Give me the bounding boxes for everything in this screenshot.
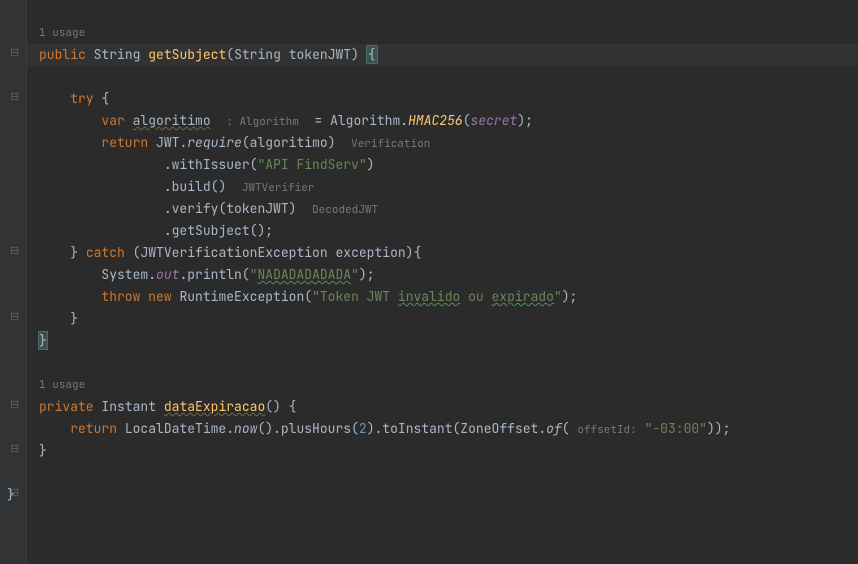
class-ref: RuntimeException	[179, 288, 304, 305]
fold-icon[interactable]: ⊟	[10, 42, 19, 64]
param-name: tokenJWT	[289, 46, 351, 63]
param-hint: offsetId:	[577, 423, 636, 437]
code-line[interactable]: .verify(tokenJWT) DecodedJWT	[39, 198, 858, 220]
method-call: now	[234, 420, 257, 437]
keyword-private: private	[39, 398, 94, 415]
string-part: invalido	[398, 288, 460, 305]
keyword-catch: catch	[86, 244, 125, 261]
code-line[interactable]: public String getSubject(String tokenJWT…	[27, 44, 858, 66]
arg: tokenJWT	[226, 200, 288, 217]
usage-hint[interactable]: 1 usage	[39, 22, 858, 44]
fold-icon[interactable]: ⊟	[10, 394, 19, 416]
code-line[interactable]: .build() JWTVerifier	[39, 176, 858, 198]
code-line[interactable]: .getSubject();	[39, 220, 858, 242]
arg: algoritimo	[250, 134, 328, 151]
type-hint: JWTVerifier	[242, 181, 315, 195]
caret-brace: {	[366, 45, 378, 64]
string-literal: "-03:00"	[645, 420, 707, 437]
class-ref: JWT	[156, 134, 179, 151]
code-line[interactable]: var algoritimo : Algorithm = Algorithm.H…	[39, 110, 858, 132]
string-part: "Token JWT	[312, 288, 398, 305]
code-line[interactable]: }	[7, 484, 858, 506]
method-call: build	[172, 178, 211, 195]
code-line[interactable]	[39, 462, 858, 484]
type-hint: Verification	[351, 137, 430, 151]
static-method: HMAC256	[408, 112, 463, 129]
keyword-try: try	[70, 90, 93, 107]
code-line[interactable]: try {	[39, 88, 858, 110]
code-line[interactable]: }	[39, 440, 858, 462]
method-call: getSubject	[172, 222, 250, 239]
number-literal: 2	[359, 420, 367, 437]
code-line[interactable]: } catch (JWTVerificationException except…	[39, 242, 858, 264]
fold-icon[interactable]: ⊟	[10, 86, 19, 108]
param-type: String	[234, 46, 281, 63]
code-editor[interactable]: 1 usage public String getSubject(String …	[27, 0, 858, 506]
keyword-new: new	[148, 288, 171, 305]
fold-icon: ⊟	[10, 438, 19, 460]
method-name: getSubject	[148, 46, 226, 63]
method-call: verify	[172, 200, 219, 217]
code-line[interactable]: throw new RuntimeException("Token JWT in…	[39, 286, 858, 308]
class-ref: Algorithm	[330, 112, 400, 129]
code-line[interactable]: .withIssuer("API FindServ")	[39, 154, 858, 176]
string-part: expirado	[492, 288, 554, 305]
usage-hint[interactable]: 1 usage	[39, 374, 858, 396]
method-call: require	[187, 134, 242, 151]
code-line[interactable]: System.out.println("NADADADADADA");	[39, 264, 858, 286]
method-call: plusHours	[281, 420, 351, 437]
editor-gutter[interactable]: ⊟ ⊟ ⊟ ⊟ ⊟ ⊟ ⊟	[0, 0, 27, 564]
class-ref: LocalDateTime	[125, 420, 226, 437]
string-literal: NADADADADADA	[257, 266, 351, 283]
method-call: withIssuer	[172, 156, 250, 173]
match-brace: }	[39, 332, 47, 349]
keyword-var: var	[101, 112, 124, 129]
return-type: Instant	[101, 398, 156, 415]
code-line[interactable]: return LocalDateTime.now().plusHours(2).…	[39, 418, 858, 440]
keyword-throw: throw	[101, 288, 140, 305]
var-name: algoritimo	[133, 112, 211, 129]
code-line[interactable]: }	[39, 308, 858, 330]
keyword-return: return	[70, 420, 117, 437]
class-ref: System	[101, 266, 148, 283]
type-hint: : Algorithm	[226, 115, 299, 129]
code-line[interactable]: return JWT.require(algoritimo) Verificat…	[39, 132, 858, 154]
type-string: String	[94, 46, 141, 63]
code-line[interactable]: private Instant dataExpiracao() {	[39, 396, 858, 418]
fold-icon[interactable]: ⊟	[10, 240, 19, 262]
method-call: toInstant	[382, 420, 452, 437]
method-call: of	[546, 420, 562, 437]
method-name: dataExpiracao	[164, 398, 265, 415]
string-part: ou	[460, 288, 491, 305]
code-line[interactable]	[39, 66, 858, 88]
fold-icon: ⊟	[10, 306, 19, 328]
method-call: println	[187, 266, 242, 283]
field-ref: secret	[471, 112, 518, 129]
keyword-return: return	[101, 134, 148, 151]
string-part: "	[554, 288, 562, 305]
keyword-public: public	[39, 46, 86, 63]
class-ref: ZoneOffset	[460, 420, 538, 437]
type-hint: DecodedJWT	[312, 203, 378, 217]
exception-type: JWTVerificationException	[140, 244, 327, 261]
field-ref: out	[156, 266, 179, 283]
string-literal: "API FindServ"	[257, 156, 366, 173]
exception-name: exception	[335, 244, 405, 261]
code-line[interactable]	[39, 352, 858, 374]
code-line[interactable]: }	[39, 330, 858, 352]
